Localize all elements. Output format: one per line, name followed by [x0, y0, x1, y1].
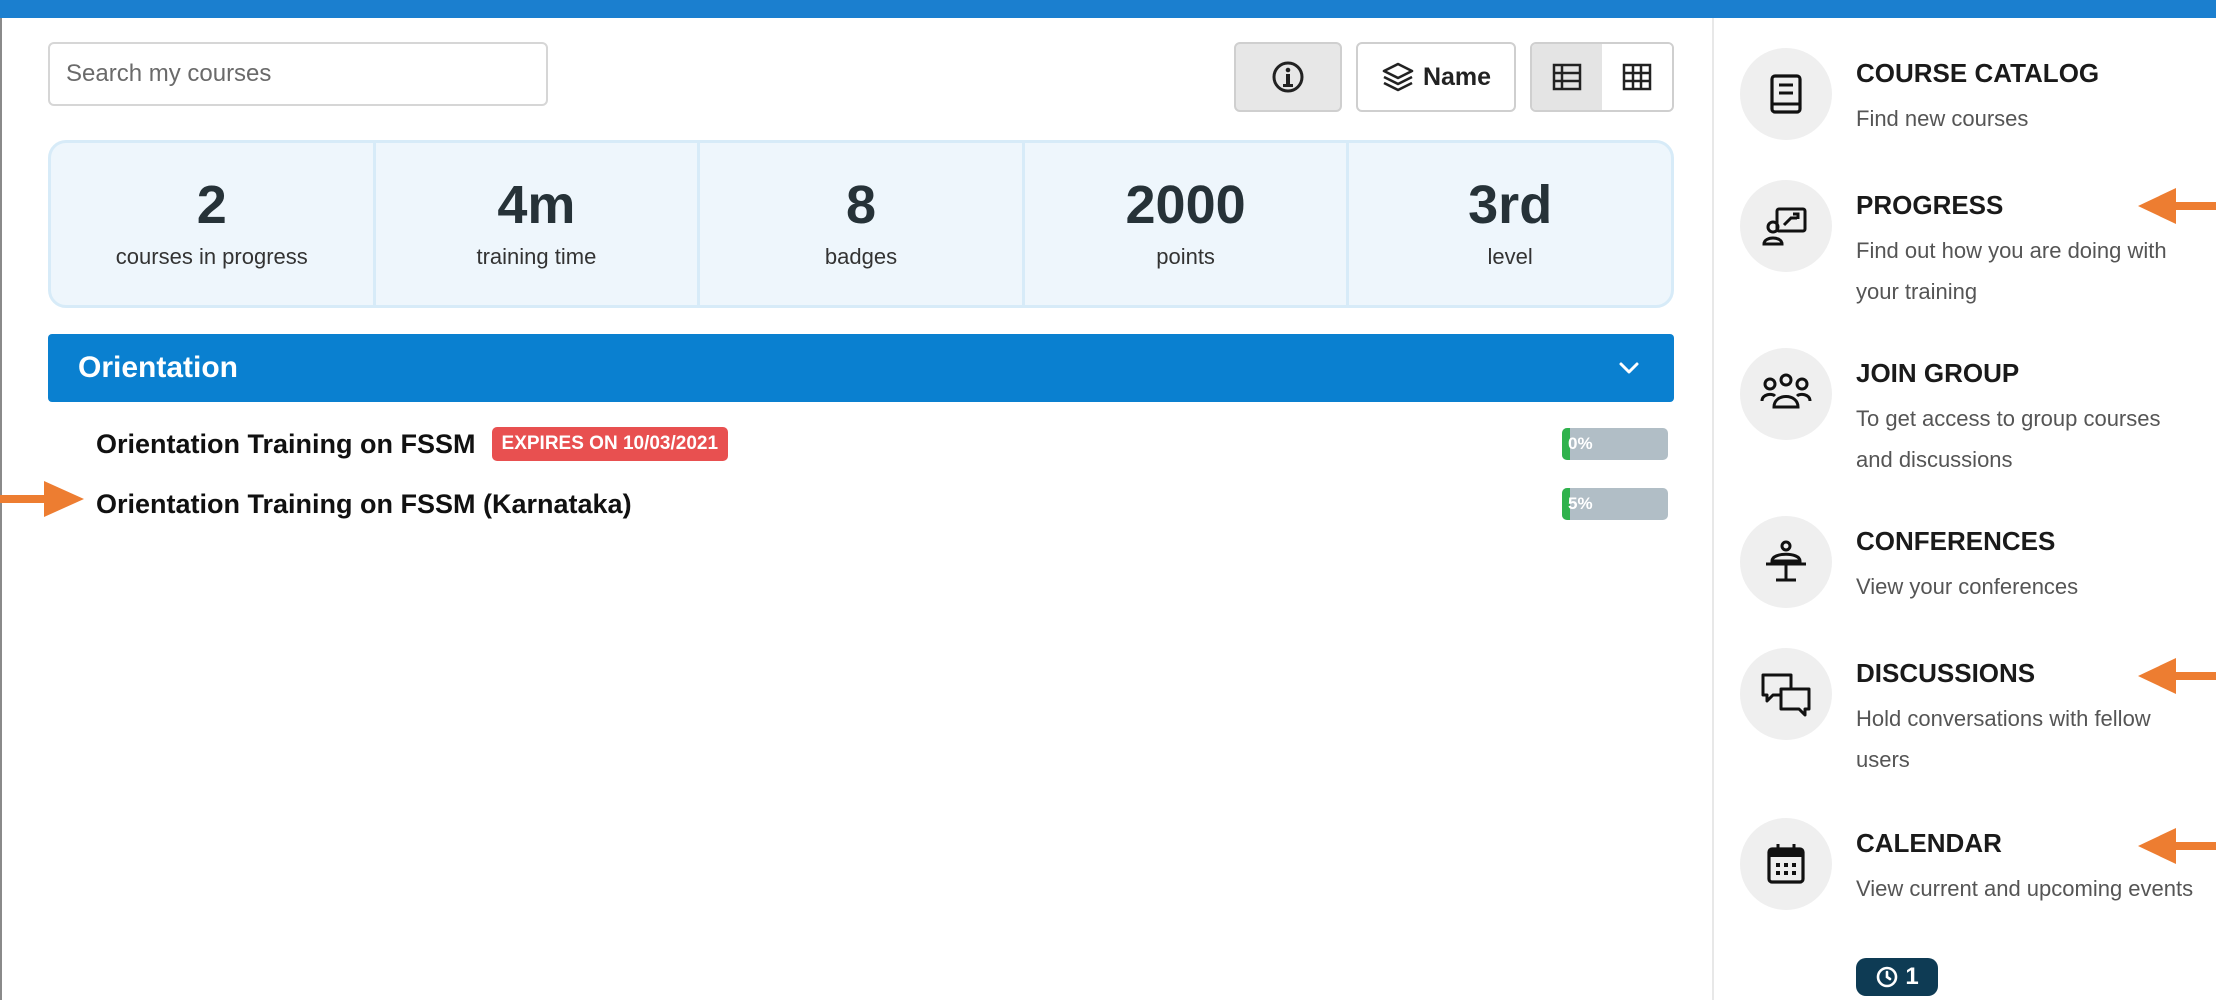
annotation-arrow-calendar: [2138, 828, 2216, 864]
sidebar-item-desc: Hold conversations with fellow users: [1856, 706, 2151, 772]
sidebar-divider: [1712, 18, 1714, 1000]
stat-label: badges: [824, 244, 898, 269]
sidebar-item-desc: Find new courses: [1856, 106, 2029, 131]
sidebar-item-desc: View current and upcoming events: [1856, 876, 2194, 901]
sidebar-item-title: CONFERENCES: [1856, 526, 2056, 556]
calendar-icon: [1767, 844, 1805, 884]
group-icon: [1760, 373, 1812, 409]
info-icon: [1272, 61, 1304, 93]
layers-icon: [1382, 62, 1414, 92]
progress-label: 5%: [1568, 494, 1593, 513]
stat-points: 2000 points: [1025, 143, 1350, 305]
sort-by-name-button[interactable]: Name: [1356, 42, 1516, 112]
stat-value: 3rd: [1468, 175, 1553, 235]
sort-label: Name: [1422, 62, 1492, 91]
progress-icon-circle: [1740, 180, 1832, 272]
calendar-event-count: 1: [1905, 963, 1919, 990]
search-input[interactable]: [48, 42, 548, 106]
course-progress-bar: 5%: [1562, 488, 1668, 520]
main-content: Name: [48, 42, 1674, 1000]
stat-value: 8: [845, 175, 876, 235]
grid-view-icon: [1622, 63, 1652, 91]
course-title[interactable]: Orientation Training on FSSM (Karnataka): [96, 489, 632, 520]
sidebar-item-title: CALENDAR: [1856, 828, 2002, 858]
annotation-arrow-progress: [2138, 188, 2216, 224]
chat-bubbles-icon: [1761, 673, 1811, 717]
stat-value: 4m: [497, 175, 576, 235]
sidebar-item-desc: View your conferences: [1856, 574, 2079, 599]
stat-label: training time: [476, 244, 597, 269]
join-group-icon-circle: [1740, 348, 1832, 440]
course-progress-bar: 0%: [1562, 428, 1668, 460]
calendar-event-badge[interactable]: 1: [1856, 958, 1938, 996]
sidebar-item-desc: Find out how you are doing with your tra…: [1856, 238, 2167, 304]
chevron-down-icon: [1619, 362, 1639, 374]
stat-value: 2000: [1125, 175, 1246, 235]
course-row[interactable]: Orientation Training on FSSM EXPIRES ON …: [48, 422, 1674, 466]
list-view-icon: [1552, 63, 1582, 91]
progress-label: 0%: [1568, 434, 1593, 453]
discussions-icon-circle: [1740, 648, 1832, 740]
book-icon: [1770, 74, 1802, 114]
sidebar-item-title: COURSE CATALOG: [1856, 58, 2100, 88]
conferences-icon-circle: [1740, 516, 1832, 608]
course-catalog-icon-circle: [1740, 48, 1832, 140]
calendar-icon-circle: [1740, 818, 1832, 910]
conference-icon: [1766, 540, 1806, 582]
stat-level: 3rd level: [1349, 143, 1671, 305]
info-button[interactable]: [1234, 42, 1342, 112]
stat-label: points: [1156, 244, 1215, 269]
stat-training-time: 4m training time: [376, 143, 701, 305]
annotation-arrow-left: [0, 481, 84, 517]
stat-label: courses in progress: [115, 244, 308, 269]
progress-chart-icon: [1762, 207, 1807, 246]
course-row[interactable]: Orientation Training on FSSM (Karnataka)…: [48, 482, 1674, 526]
stat-badges: 8 badges: [700, 143, 1025, 305]
category-header-orientation[interactable]: Orientation: [48, 334, 1674, 402]
sidebar-item-title: PROGRESS: [1856, 190, 2004, 220]
sidebar-item-desc: To get access to group courses and discu…: [1856, 406, 2161, 472]
stat-value: 2: [196, 175, 227, 235]
stat-courses-in-progress: 2 courses in progress: [51, 143, 376, 305]
grid-view-button[interactable]: [1602, 44, 1672, 110]
category-title: Orientation: [78, 351, 239, 384]
list-view-button[interactable]: [1532, 44, 1602, 110]
stats-panel: 2 courses in progress 4m training time 8…: [48, 140, 1674, 308]
view-toggle: [1530, 42, 1674, 112]
course-title[interactable]: Orientation Training on FSSM: [96, 429, 476, 460]
clock-icon: [1877, 966, 1898, 988]
sidebar-item-title: JOIN GROUP: [1856, 358, 2020, 388]
top-accent-bar: [0, 0, 2216, 18]
expiry-badge: EXPIRES ON 10/03/2021: [491, 427, 729, 461]
toolbar: Name: [1234, 42, 1674, 112]
sidebar-item-title: DISCUSSIONS: [1856, 658, 2036, 688]
annotation-arrow-discussions: [2138, 658, 2216, 694]
stat-label: level: [1487, 244, 1533, 269]
